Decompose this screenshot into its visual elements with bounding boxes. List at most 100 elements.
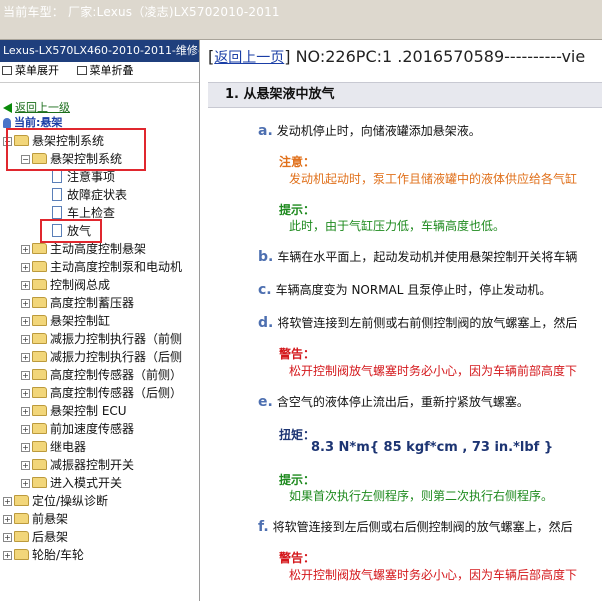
menu-expand-button[interactable]: 菜单展开: [2, 64, 59, 77]
torque-label: 扭矩：: [279, 428, 316, 442]
content-nav: [返回上一页] NO:226PC:1 .2016570589----------…: [208, 47, 586, 66]
window-title: 当前车型： 厂家:Lexus（凌志)LX5702010-2011: [3, 5, 280, 19]
tree-doc-item[interactable]: 故障症状表: [52, 186, 127, 204]
tree-item-label: 定位/操纵诊断: [32, 494, 109, 508]
expand-toggle-icon[interactable]: +: [21, 335, 30, 344]
expand-toggle-icon[interactable]: +: [21, 317, 30, 326]
tree-item-label: 注意事项: [67, 170, 116, 184]
tree-item-label: 前加速度传感器: [50, 422, 135, 436]
folder-icon: [32, 459, 47, 470]
note-label: 注意：: [279, 155, 316, 169]
folder-icon: [32, 369, 47, 380]
section-title: 1. 从悬架液中放气: [208, 82, 602, 108]
sidebar-header: Lexus-LX570LX460-2010-2011-维修手册: [0, 40, 199, 62]
document-icon: [52, 188, 62, 201]
tree-folder-item[interactable]: 减振力控制执行器（前侧: [32, 330, 182, 348]
tree-item-label: 减振力控制执行器（前侧: [50, 332, 183, 346]
tree-folder-item[interactable]: 主动高度控制泵和电动机: [32, 258, 182, 276]
folder-icon: [14, 513, 29, 524]
tree-item-label: 减振力控制执行器（后侧: [50, 350, 183, 364]
expand-toggle-icon[interactable]: +: [3, 497, 12, 506]
folder-icon: [32, 243, 47, 254]
expand-toggle-icon[interactable]: +: [21, 389, 30, 398]
tree-folder-item[interactable]: 高度控制传感器（后侧）: [32, 384, 182, 402]
document-icon: [52, 170, 62, 183]
tree-folder-item[interactable]: 继电器: [32, 438, 86, 456]
warning-text: 松开控制阀放气螺塞时务必小心，因为车辆后部高度下: [289, 568, 578, 582]
expand-toggle-icon[interactable]: +: [21, 425, 30, 434]
expand-toggle-icon[interactable]: +: [3, 515, 12, 524]
back-page-link[interactable]: 返回上一页: [214, 50, 284, 66]
tree-item-label: 故障症状表: [67, 188, 128, 202]
expand-toggle-icon[interactable]: +: [21, 281, 30, 290]
sidebar-toolbar: 菜单展开 菜单折叠: [0, 62, 199, 80]
hint-label: 提示：: [279, 203, 316, 217]
back-up-link[interactable]: 返回上一级: [3, 99, 70, 115]
tree-folder-item[interactable]: 悬架控制 ECU: [32, 402, 127, 420]
highlight-box: [40, 219, 102, 243]
location-icon: [3, 118, 11, 128]
hint-text: 如果首次执行左侧程序，则第二次执行右侧程序。: [289, 489, 554, 503]
expand-icon: [2, 65, 12, 75]
warning-label: 警告：: [279, 551, 316, 565]
tree-item-label: 高度控制蓄压器: [50, 296, 135, 310]
expand-toggle-icon[interactable]: +: [21, 461, 30, 470]
tree-folder-item[interactable]: 前加速度传感器: [32, 420, 134, 438]
folder-icon: [32, 333, 47, 344]
doc-id: NO:226PC:1 .2016570589----------vie: [295, 47, 586, 66]
expand-toggle-icon[interactable]: +: [3, 533, 12, 542]
tree-folder-item[interactable]: 高度控制蓄压器: [32, 294, 134, 312]
step-b: b. 车辆在水平面上，起动发动机并使用悬架控制开关将车辆: [258, 249, 578, 265]
expand-toggle-icon[interactable]: +: [3, 551, 12, 560]
tree-item-label: 控制阀总成: [50, 278, 111, 292]
tree-item-label: 轮胎/车轮: [32, 548, 85, 562]
sidebar-divider: [0, 82, 199, 83]
expand-toggle-icon[interactable]: +: [21, 371, 30, 380]
folder-icon: [32, 261, 47, 272]
tree-item-label: 高度控制传感器（后侧）: [50, 386, 183, 400]
tree-folder-item[interactable]: 控制阀总成: [32, 276, 110, 294]
tree-folder-item[interactable]: 高度控制传感器（前侧）: [32, 366, 182, 384]
tree-item-label: 主动高度控制悬架: [50, 242, 147, 256]
warning-label: 警告：: [279, 347, 316, 361]
tree-item-label: 高度控制传感器（前侧）: [50, 368, 183, 382]
sidebar: Lexus-LX570LX460-2010-2011-维修手册 菜单展开 菜单折…: [0, 40, 200, 601]
tree-item-label: 前悬架: [32, 512, 69, 526]
folder-icon: [32, 387, 47, 398]
expand-toggle-icon[interactable]: +: [21, 299, 30, 308]
tree-item-label: 悬架控制 ECU: [50, 404, 127, 418]
content-pane: [返回上一页] NO:226PC:1 .2016570589----------…: [201, 40, 602, 601]
folder-icon: [32, 477, 47, 488]
tree-folder-item[interactable]: 减振力控制执行器（后侧: [32, 348, 182, 366]
tree-folder-item[interactable]: 后悬架: [14, 528, 68, 546]
folder-icon: [14, 531, 29, 542]
folder-icon: [32, 279, 47, 290]
menu-collapse-button[interactable]: 菜单折叠: [76, 64, 134, 77]
expand-toggle-icon[interactable]: +: [21, 263, 30, 272]
hint-label: 提示：: [279, 473, 316, 487]
tree-item-label: 减振器控制开关: [50, 458, 135, 472]
tree-item-label: 主动高度控制泵和电动机: [50, 260, 183, 274]
expand-toggle-icon[interactable]: +: [21, 443, 30, 452]
expand-toggle-icon[interactable]: +: [21, 479, 30, 488]
tree-folder-item[interactable]: 轮胎/车轮: [14, 546, 84, 564]
tree-folder-item[interactable]: 进入模式开关: [32, 474, 122, 492]
expand-toggle-icon[interactable]: +: [21, 245, 30, 254]
tree-item-label: 进入模式开关: [50, 476, 123, 490]
torque-value: 8.3 N*m{ 85 kgf*cm , 73 in.*lbf }: [311, 440, 554, 455]
expand-toggle-icon[interactable]: +: [21, 353, 30, 362]
folder-icon: [32, 405, 47, 416]
folder-icon: [32, 351, 47, 362]
folder-icon: [32, 297, 47, 308]
expand-toggle-icon[interactable]: +: [21, 407, 30, 416]
step-c: c. 车辆高度变为 NORMAL 且泵停止时，停止发动机。: [258, 282, 552, 298]
warning-text: 松开控制阀放气螺塞时务必小心，因为车辆前部高度下: [289, 364, 578, 378]
folder-icon: [32, 315, 47, 326]
tree-item-label: 后悬架: [32, 530, 69, 544]
tree-folder-item[interactable]: 悬架控制缸: [32, 312, 110, 330]
step-d: d. 将软管连接到左前侧或右前侧控制阀的放气螺塞上，然后: [258, 315, 578, 331]
tree-folder-item[interactable]: 定位/操纵诊断: [14, 492, 108, 510]
tree-folder-item[interactable]: 前悬架: [14, 510, 68, 528]
tree-folder-item[interactable]: 减振器控制开关: [32, 456, 134, 474]
collapse-icon: [76, 65, 87, 75]
